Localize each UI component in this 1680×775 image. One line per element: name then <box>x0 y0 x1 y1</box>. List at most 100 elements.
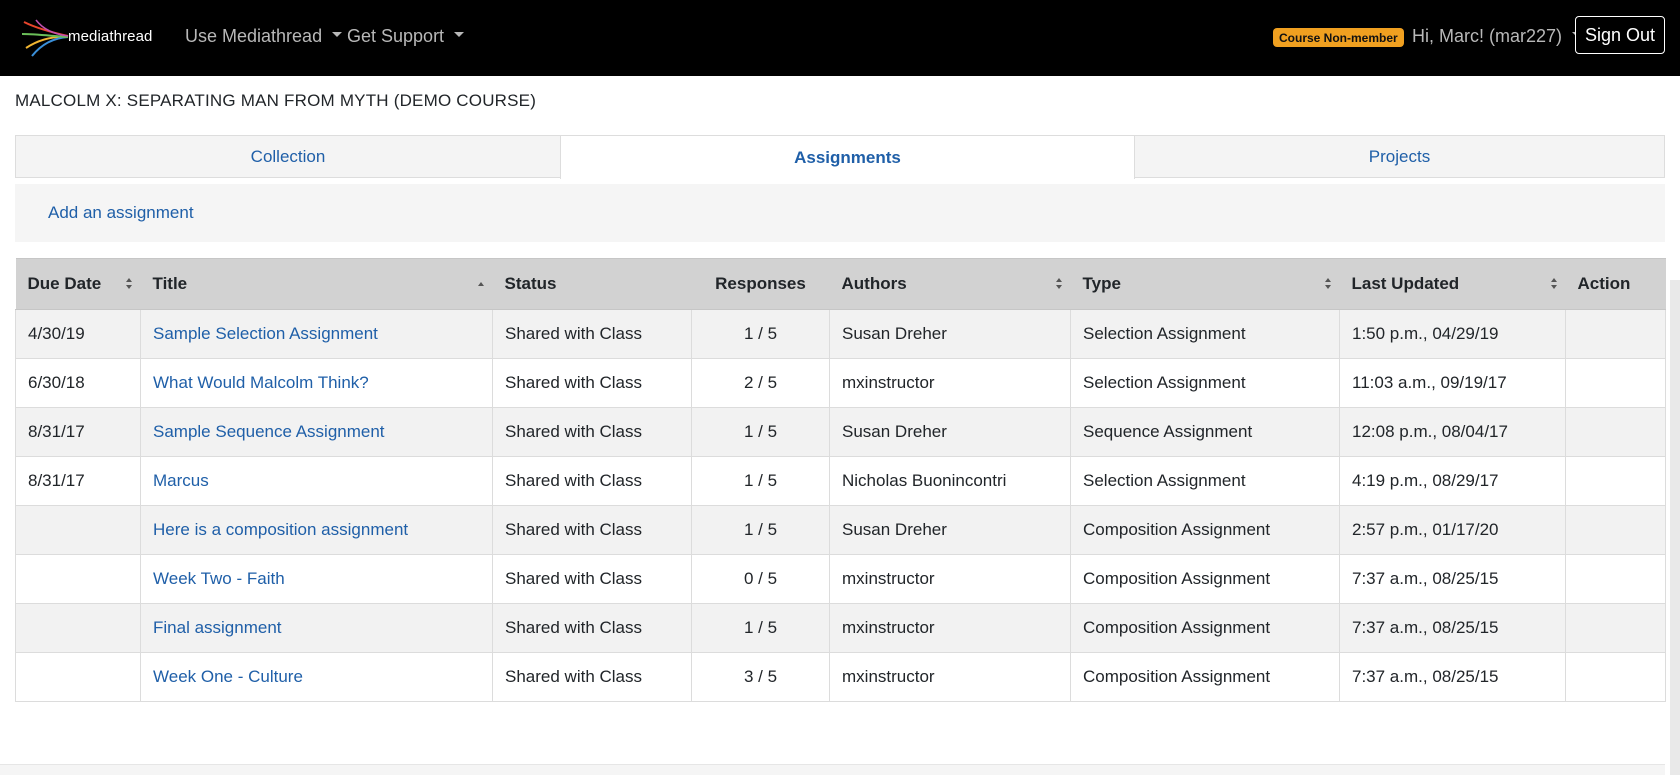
use-mediathread-menu[interactable]: Use Mediathread <box>185 0 343 72</box>
tab-assignments[interactable]: Assignments <box>560 135 1135 179</box>
action-cell <box>1565 456 1666 506</box>
sort-both-icon <box>125 278 133 290</box>
author-cell: Susan Dreher <box>829 407 1071 457</box>
col-responses-label: Responses <box>715 274 806 293</box>
status-cell: Shared with Class <box>492 358 692 408</box>
user-menu[interactable]: Hi, Marc! (mar227) <box>1412 0 1583 72</box>
table-row: Final assignment Shared with Class 1 / 5… <box>15 603 1666 653</box>
responses-cell: 1 / 5 <box>691 505 830 555</box>
status-cell: Shared with Class <box>492 554 692 604</box>
responses-cell: 1 / 5 <box>691 603 830 653</box>
last-updated-cell: 1:50 p.m., 04/29/19 <box>1339 309 1566 359</box>
sign-out-button[interactable]: Sign Out <box>1575 16 1665 54</box>
course-tabs: Collection Assignments Projects <box>15 135 1665 179</box>
caret-down-icon <box>332 31 343 37</box>
title-cell: Sample Sequence Assignment <box>140 407 493 457</box>
assignment-title-link[interactable]: What Would Malcolm Think? <box>153 373 369 392</box>
title-cell: Marcus <box>140 456 493 506</box>
responses-cell: 1 / 5 <box>691 309 830 359</box>
add-assignment-bar: Add an assignment <box>15 184 1665 242</box>
tab-projects[interactable]: Projects <box>1134 135 1665 178</box>
type-cell: Composition Assignment <box>1070 603 1340 653</box>
col-authors[interactable]: Authors <box>829 258 1071 310</box>
title-cell: Week One - Culture <box>140 652 493 702</box>
title-cell: Final assignment <box>140 603 493 653</box>
course-title: MALCOLM X: SEPARATING MAN FROM MYTH (DEM… <box>15 91 537 110</box>
status-cell: Shared with Class <box>492 505 692 555</box>
responses-cell: 0 / 5 <box>691 554 830 604</box>
assignment-title-link[interactable]: Here is a composition assignment <box>153 520 408 539</box>
col-authors-label: Authors <box>841 274 907 293</box>
author-cell: Susan Dreher <box>829 309 1071 359</box>
page-scrollbar[interactable] <box>1670 280 1680 775</box>
type-cell: Selection Assignment <box>1070 456 1340 506</box>
assignment-title-link[interactable]: Marcus <box>153 471 209 490</box>
use-mediathread-label: Use Mediathread <box>185 25 323 46</box>
last-updated-cell: 7:37 a.m., 08/25/15 <box>1339 554 1566 604</box>
action-cell <box>1565 554 1666 604</box>
due-date-cell <box>15 652 141 702</box>
col-title[interactable]: Title <box>140 258 493 310</box>
last-updated-cell: 2:57 p.m., 01/17/20 <box>1339 505 1566 555</box>
due-date-cell: 8/31/17 <box>15 456 141 506</box>
footer-strip <box>0 764 1665 775</box>
table-row: 8/31/17 Sample Sequence Assignment Share… <box>15 407 1666 457</box>
col-type[interactable]: Type <box>1070 258 1340 310</box>
last-updated-cell: 12:08 p.m., 08/04/17 <box>1339 407 1566 457</box>
author-cell: mxinstructor <box>829 358 1071 408</box>
due-date-cell <box>15 603 141 653</box>
assignment-title-link[interactable]: Final assignment <box>153 618 282 637</box>
due-date-cell <box>15 505 141 555</box>
action-cell <box>1565 358 1666 408</box>
action-cell <box>1565 603 1666 653</box>
status-cell: Shared with Class <box>492 456 692 506</box>
responses-cell: 1 / 5 <box>691 407 830 457</box>
responses-cell: 3 / 5 <box>691 652 830 702</box>
col-last-updated[interactable]: Last Updated <box>1339 258 1566 310</box>
col-responses: Responses <box>691 258 830 310</box>
responses-cell: 2 / 5 <box>691 358 830 408</box>
tab-collection[interactable]: Collection <box>15 135 561 178</box>
assignment-title-link[interactable]: Sample Selection Assignment <box>153 324 378 343</box>
type-cell: Sequence Assignment <box>1070 407 1340 457</box>
responses-cell: 1 / 5 <box>691 456 830 506</box>
add-assignment-link[interactable]: Add an assignment <box>48 203 194 223</box>
table-row: Week One - Culture Shared with Class 3 /… <box>15 652 1666 702</box>
type-cell: Selection Assignment <box>1070 309 1340 359</box>
col-due-date-label: Due Date <box>27 274 102 293</box>
table-row: Here is a composition assignment Shared … <box>15 505 1666 555</box>
user-greeting: Hi, Marc! (mar227) <box>1412 25 1563 46</box>
col-status-label: Status <box>504 274 557 293</box>
title-cell: What Would Malcolm Think? <box>140 358 493 408</box>
course-non-member-badge: Course Non-member <box>1273 28 1404 47</box>
assignment-title-link[interactable]: Week Two - Faith <box>153 569 285 588</box>
brand-home-link[interactable]: mediathread <box>22 18 153 58</box>
get-support-label: Get Support <box>347 25 445 46</box>
type-cell: Selection Assignment <box>1070 358 1340 408</box>
col-due-date[interactable]: Due Date <box>15 258 141 310</box>
assignment-title-link[interactable]: Sample Sequence Assignment <box>153 422 385 441</box>
last-updated-cell: 7:37 a.m., 08/25/15 <box>1339 652 1566 702</box>
due-date-cell: 4/30/19 <box>15 309 141 359</box>
assignment-title-link[interactable]: Week One - Culture <box>153 667 303 686</box>
last-updated-cell: 7:37 a.m., 08/25/15 <box>1339 603 1566 653</box>
type-cell: Composition Assignment <box>1070 554 1340 604</box>
last-updated-cell: 11:03 a.m., 09/19/17 <box>1339 358 1566 408</box>
author-cell: mxinstructor <box>829 652 1071 702</box>
top-navbar: mediathread Use Mediathread Get Support … <box>0 0 1680 76</box>
type-cell: Composition Assignment <box>1070 652 1340 702</box>
author-cell: Nicholas Buonincontri <box>829 456 1071 506</box>
title-cell: Sample Selection Assignment <box>140 309 493 359</box>
action-cell <box>1565 309 1666 359</box>
status-cell: Shared with Class <box>492 652 692 702</box>
title-cell: Week Two - Faith <box>140 554 493 604</box>
get-support-menu[interactable]: Get Support <box>347 0 465 72</box>
action-cell <box>1565 652 1666 702</box>
action-cell <box>1565 407 1666 457</box>
assignments-table: Due Date Title Status Responses Authors … <box>15 258 1666 702</box>
table-row: 6/30/18 What Would Malcolm Think? Shared… <box>15 358 1666 408</box>
caret-down-icon <box>454 31 465 37</box>
mediathread-logo-icon <box>22 19 69 57</box>
action-cell <box>1565 505 1666 555</box>
type-cell: Composition Assignment <box>1070 505 1340 555</box>
